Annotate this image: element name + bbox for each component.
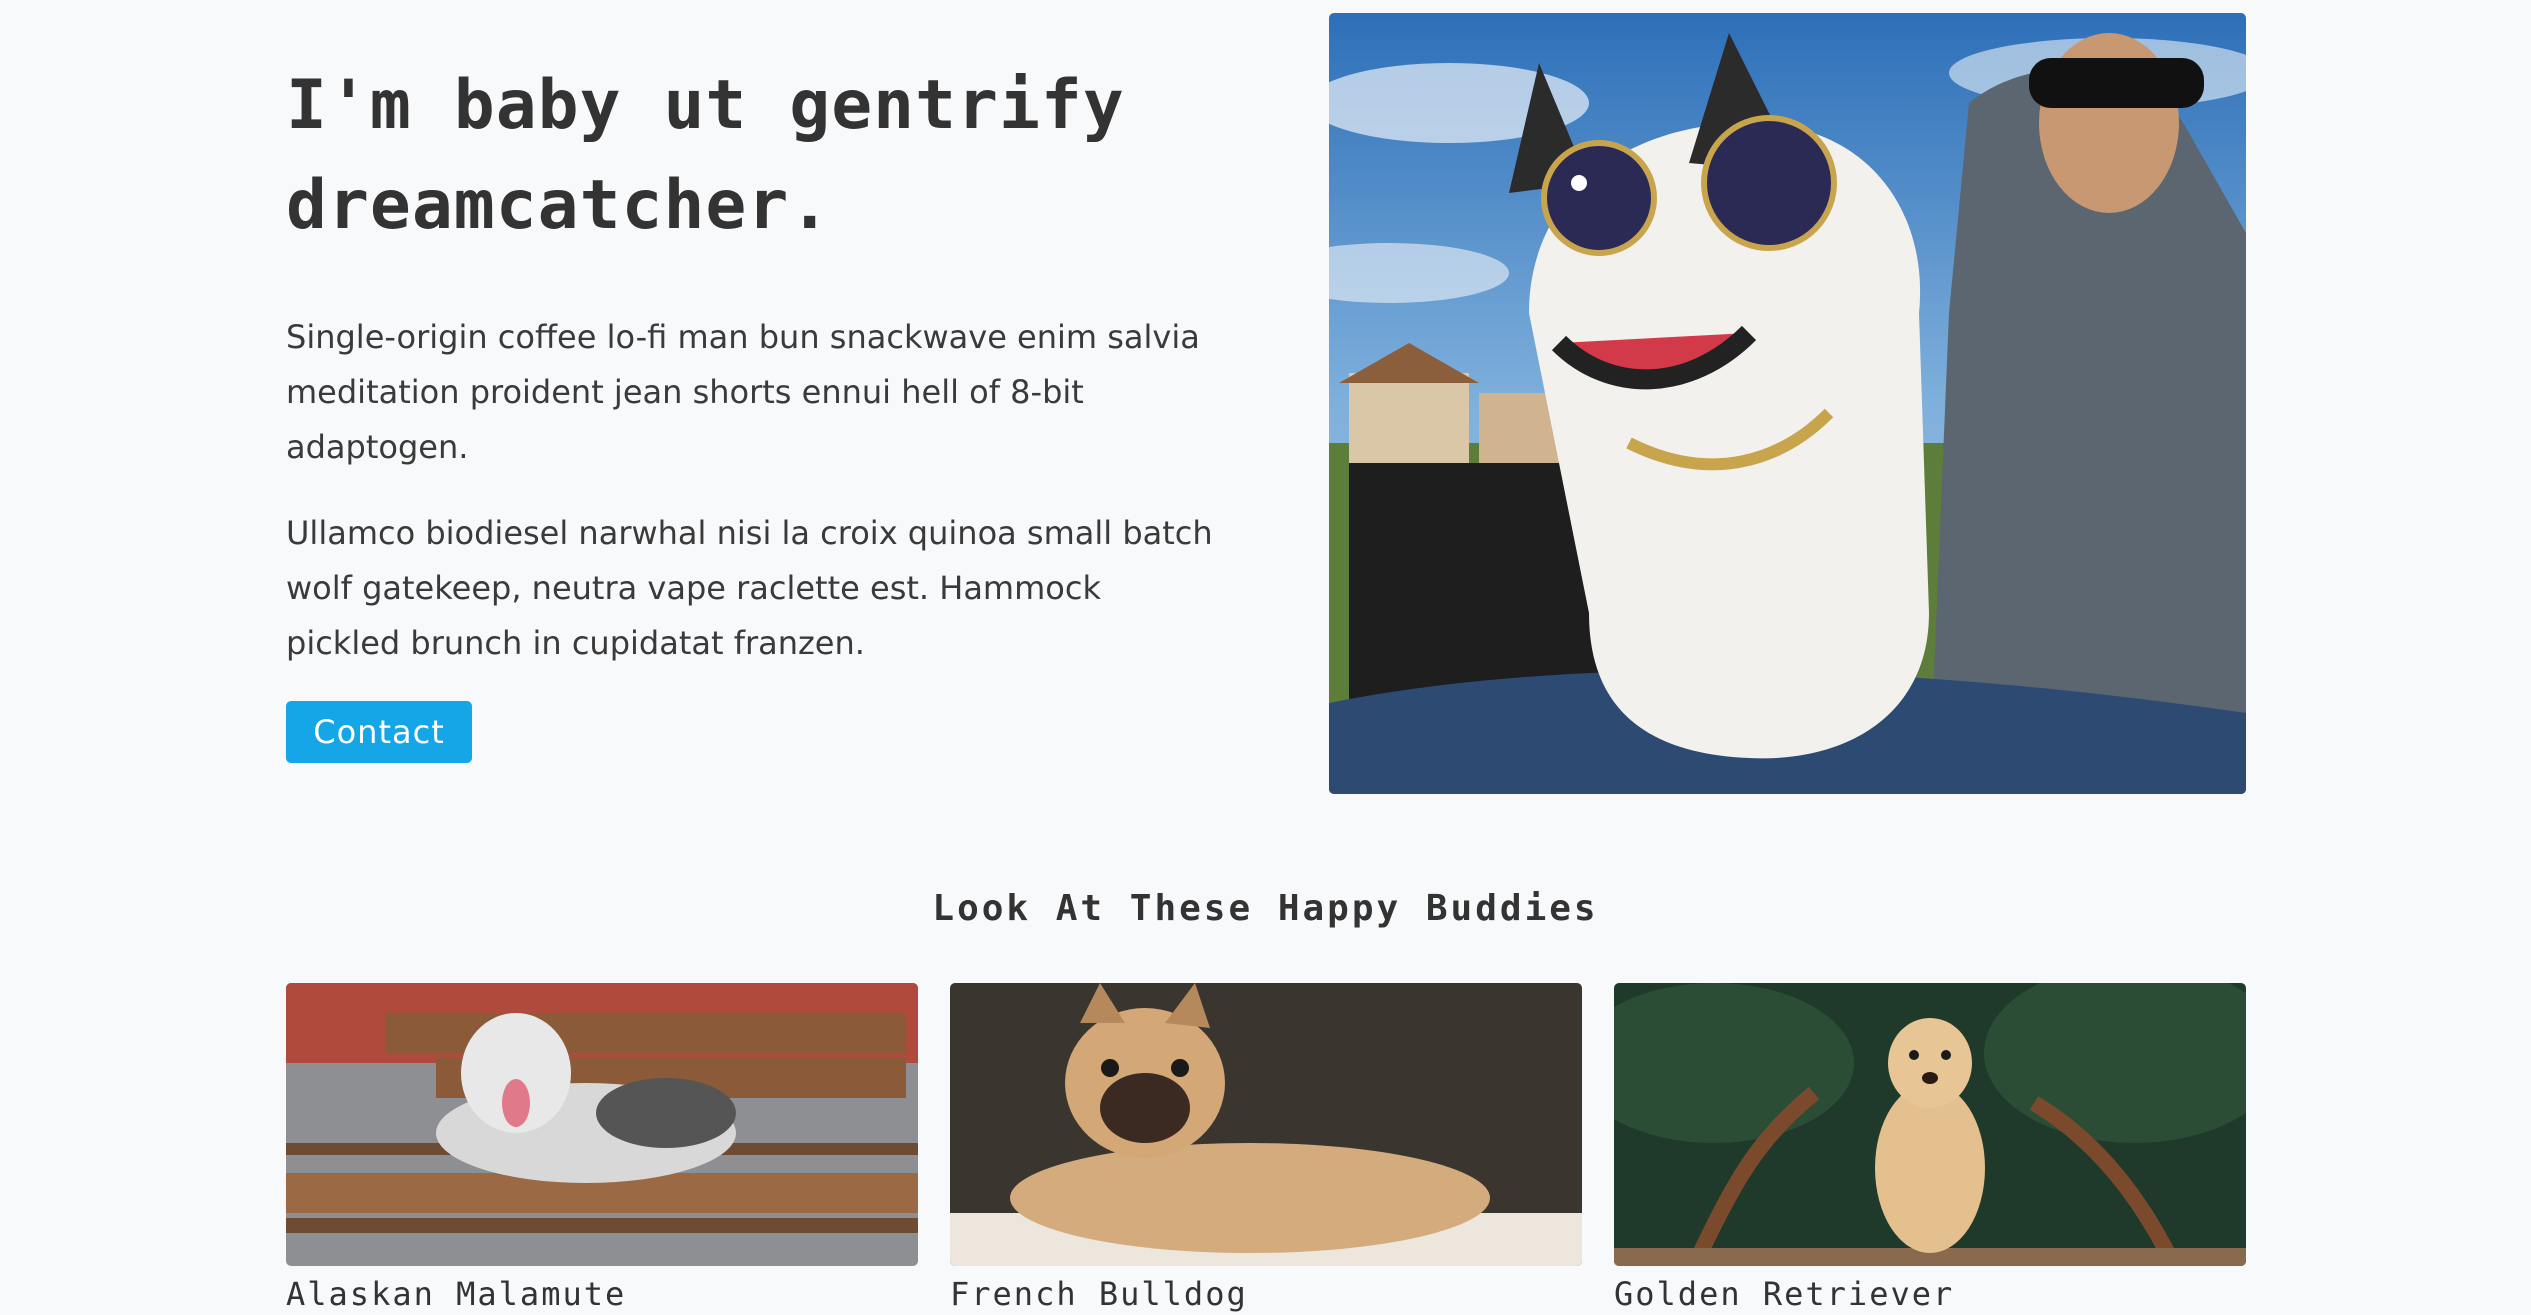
hero-title: I'm baby ut gentrify dreamcatcher. xyxy=(286,66,1125,245)
golden-retriever-photo xyxy=(1614,983,2246,1266)
dog-card-malamute[interactable]: Alaskan Malamute xyxy=(286,983,918,1314)
malamute-photo xyxy=(286,983,918,1266)
dog-card-name: Alaskan Malamute xyxy=(286,1275,627,1313)
hero-photo-bulldog-sunglasses xyxy=(1329,13,2246,794)
gallery-title: Look At These Happy Buddies xyxy=(932,888,1599,929)
french-bulldog-photo xyxy=(950,983,1582,1266)
contact-button[interactable]: Contact xyxy=(286,701,472,763)
dog-card-golden-retriever[interactable]: Golden Retriever xyxy=(1614,983,2246,1314)
dog-card-name: Golden Retriever xyxy=(1614,1275,1955,1313)
dog-card-name: French Bulldog xyxy=(950,1275,1248,1313)
hero-paragraph-2: Ullamco biodiesel narwhal nisi la croix … xyxy=(286,514,1213,662)
hero-text: I'm baby ut gentrify dreamcatcher. Singl… xyxy=(286,56,1236,763)
hero-paragraph-1: Single-origin coffee lo-fi man bun snack… xyxy=(286,318,1200,466)
dog-card-french-bulldog[interactable]: French Bulldog xyxy=(950,983,1582,1314)
